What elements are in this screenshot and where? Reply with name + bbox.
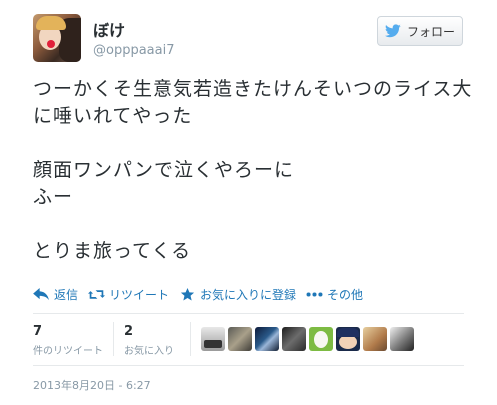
avatar-hair [36, 16, 66, 30]
user-handle[interactable]: @opppaaai7 [93, 43, 175, 58]
facepile-avatar[interactable] [363, 327, 387, 351]
retweet-count-label[interactable]: 件のリツイート [33, 342, 103, 357]
more-label: その他 [327, 288, 364, 302]
follow-button[interactable]: フォロー [377, 16, 463, 46]
tweet-actions: 返信 リツイート お気に入りに登録 その他 [33, 286, 363, 303]
more-action[interactable]: その他 [306, 286, 363, 303]
star-icon [180, 288, 195, 301]
favorite-action[interactable]: お気に入りに登録 [179, 286, 296, 303]
favorite-count[interactable]: 2 [124, 324, 133, 339]
user-name[interactable]: ぼけ [93, 17, 125, 41]
facepile-avatar[interactable] [309, 327, 333, 351]
reply-action[interactable]: 返信 [33, 286, 78, 303]
tweet-text: つーかくそ生意気若造きたけんそいつのライス大に唾いれてやった 顔面ワンパンで泣く… [33, 78, 473, 262]
reply-label: 返信 [54, 288, 79, 302]
avatar-heart [47, 40, 55, 48]
stats-divider-bottom [33, 365, 464, 366]
facepile-avatar[interactable] [282, 327, 306, 351]
stats-separator [190, 322, 191, 356]
facepile-avatar[interactable] [228, 327, 252, 351]
retweet-label: リツイート [109, 288, 170, 302]
retweet-action[interactable]: リツイート [88, 286, 169, 303]
facepile-avatar[interactable] [201, 327, 225, 351]
retweet-count[interactable]: 7 [33, 324, 42, 339]
favorite-label: お気に入りに登録 [200, 288, 297, 302]
favorite-count-label[interactable]: お気に入り [124, 342, 174, 357]
more-dots-icon [306, 292, 323, 297]
user-avatar[interactable] [33, 14, 81, 62]
tweet-timestamp[interactable]: 2013年8月20日 - 6:27 [33, 377, 151, 393]
twitter-bird-icon [384, 24, 401, 38]
follow-button-label: フォロー [406, 24, 455, 39]
reply-icon [33, 288, 49, 301]
stats-separator [113, 322, 114, 356]
facepile-avatar[interactable] [390, 327, 414, 351]
facepile-avatar[interactable] [255, 327, 279, 351]
user-facepile [201, 327, 414, 351]
stats-divider-top [33, 313, 464, 314]
retweet-icon [88, 290, 106, 299]
facepile-avatar[interactable] [336, 327, 360, 351]
